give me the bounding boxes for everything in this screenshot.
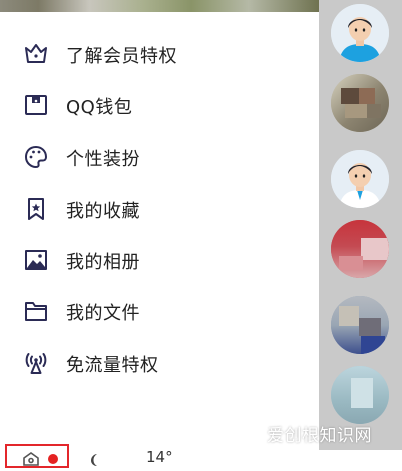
avatar[interactable]	[331, 74, 389, 132]
avatar[interactable]	[331, 150, 389, 208]
bookmark-star-icon	[22, 195, 50, 223]
avatar[interactable]	[331, 4, 389, 62]
menu-item-vip-privileges[interactable]: 了解会员特权	[0, 33, 319, 73]
menu-item-free-data-privileges[interactable]: 免流量特权	[0, 342, 319, 382]
menu-item-label: 我的文件	[66, 303, 140, 324]
palette-icon	[22, 143, 50, 171]
signal-tower-icon	[22, 349, 50, 377]
settings-icon[interactable]	[22, 451, 40, 466]
crown-icon	[22, 40, 50, 68]
folder-icon	[22, 297, 50, 325]
menu-item-label: 免流量特权	[66, 355, 159, 376]
menu-item-qq-wallet[interactable]: QQ钱包	[0, 84, 319, 124]
watermark-text: 爱创根知识网	[267, 426, 372, 446]
photo-album-icon	[22, 246, 50, 274]
menu-item-label: 了解会员特权	[66, 46, 177, 67]
avatar[interactable]	[331, 366, 389, 424]
menu-item-label: 我的相册	[66, 252, 140, 273]
menu-item-my-files[interactable]: 我的文件	[0, 290, 319, 330]
menu-item-label: QQ钱包	[66, 97, 133, 118]
side-drawer-menu: 了解会员特权 QQ钱包 个性装扮 我的收藏 我的相册 我的文件 免流量特权 14…	[0, 12, 319, 468]
avatar[interactable]	[331, 220, 389, 278]
menu-item-label: 我的收藏	[66, 201, 140, 222]
notification-dot	[48, 454, 58, 464]
menu-item-personal-dress-up[interactable]: 个性装扮	[0, 136, 319, 176]
menu-item-my-album[interactable]: 我的相册	[0, 239, 319, 279]
profile-background-photo	[0, 0, 319, 12]
avatar[interactable]	[331, 296, 389, 354]
menu-item-my-favorites[interactable]: 我的收藏	[0, 188, 319, 228]
temperature-text: 14°	[146, 448, 173, 466]
menu-item-label: 个性装扮	[66, 149, 140, 170]
moon-icon[interactable]	[88, 452, 102, 466]
wallet-icon	[22, 91, 50, 119]
